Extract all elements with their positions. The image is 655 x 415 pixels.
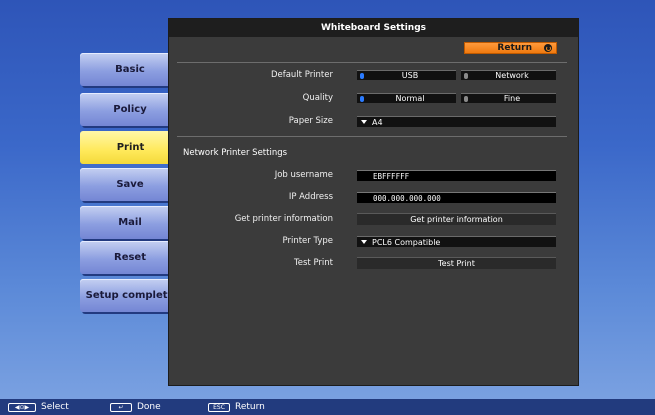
sidebar-item-label: Basic	[115, 64, 145, 75]
test-print-button[interactable]: Test Print	[357, 257, 556, 269]
return-button[interactable]: Return	[464, 42, 557, 54]
sidebar-item-label: Print	[116, 142, 145, 153]
paper-size-label: Paper Size	[288, 116, 333, 126]
job-username-label: Job username	[274, 170, 333, 180]
sidebar-item-reset[interactable]: Reset	[80, 241, 180, 274]
hint-select-label: Select	[41, 402, 69, 412]
sidebar-item-label: Save	[116, 179, 144, 190]
divider	[177, 136, 567, 137]
return-button-label: Return	[497, 43, 532, 53]
dropdown-arrow-icon	[361, 240, 367, 244]
quality-option-normal[interactable]: Normal	[357, 93, 456, 103]
ip-address-field[interactable]: 000.000.000.000	[357, 192, 556, 203]
hint-return-label: Return	[235, 402, 265, 412]
printer-type-label: Printer Type	[282, 236, 333, 246]
sidebar-item-save[interactable]: Save	[80, 168, 180, 201]
settings-panel: Whiteboard Settings Return Default Print…	[168, 18, 579, 386]
sidebar-item-print[interactable]: Print	[80, 131, 181, 164]
job-username-field[interactable]: EBFFFFFF	[357, 170, 556, 181]
select-key-icon: ◀⊙▶	[8, 402, 36, 412]
hint-return: ESC Return	[208, 402, 265, 412]
get-printer-info-label: Get printer information	[234, 214, 333, 224]
sidebar-item-label: Setup complete	[85, 290, 175, 301]
sidebar-item-mail[interactable]: Mail	[80, 206, 180, 239]
default-printer-option-usb[interactable]: USB	[357, 70, 456, 80]
hint-done-label: Done	[137, 402, 161, 412]
sidebar-item-setup-complete[interactable]: Setup complete	[80, 279, 180, 312]
sidebar-item-label: Mail	[118, 217, 142, 228]
default-printer-option-network[interactable]: Network	[461, 70, 556, 80]
option-label: Fine	[503, 94, 521, 103]
quality-label: Quality	[302, 93, 333, 103]
sidebar-item-label: Policy	[113, 104, 147, 115]
get-printer-info-button[interactable]: Get printer information	[357, 213, 556, 225]
printer-type-value: PCL6 Compatible	[372, 237, 441, 247]
enter-key-icon: ↵	[110, 402, 132, 412]
sidebar-item-label: Reset	[114, 252, 146, 263]
printer-type-dropdown[interactable]: PCL6 Compatible	[357, 236, 556, 247]
status-bar: ◀⊙▶ Select ↵ Done ESC Return	[0, 399, 655, 415]
return-icon	[544, 44, 552, 52]
default-printer-label: Default Printer	[270, 70, 333, 80]
esc-key-icon: ESC	[208, 402, 230, 412]
test-print-label: Test Print	[294, 258, 333, 268]
dropdown-arrow-icon	[361, 120, 367, 124]
network-section-title: Network Printer Settings	[183, 148, 288, 158]
option-label: Normal	[395, 94, 425, 103]
sidebar-item-policy[interactable]: Policy	[80, 93, 180, 126]
paper-size-dropdown[interactable]: A4	[357, 116, 556, 127]
option-label: Network	[495, 71, 529, 80]
ip-address-label: IP Address	[288, 192, 333, 202]
quality-option-fine[interactable]: Fine	[461, 93, 556, 103]
paper-size-value: A4	[372, 117, 383, 127]
panel-title: Whiteboard Settings	[169, 19, 578, 37]
divider	[177, 62, 567, 63]
hint-select: ◀⊙▶ Select	[8, 402, 69, 412]
option-label: USB	[401, 71, 419, 80]
hint-done: ↵ Done	[110, 402, 161, 412]
sidebar-item-basic[interactable]: Basic	[80, 53, 180, 86]
